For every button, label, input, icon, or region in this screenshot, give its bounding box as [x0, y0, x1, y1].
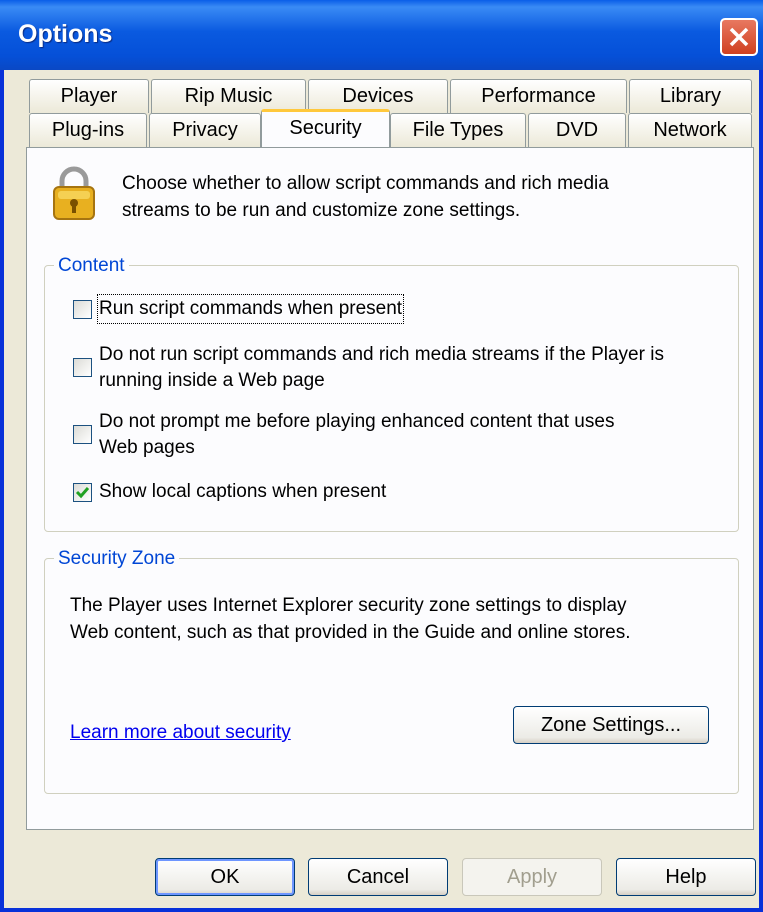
title-bar[interactable]: Options — [0, 0, 763, 70]
no-prompt-label-line-2: Web pages — [99, 437, 195, 458]
security-zone-legend: Security Zone — [54, 548, 180, 570]
zone-settings-button[interactable]: Zone Settings... — [513, 706, 709, 744]
tab-library[interactable]: Library — [629, 79, 752, 113]
tab-devices[interactable]: Devices — [308, 79, 448, 113]
show-local-captions-checkbox[interactable] — [73, 483, 92, 502]
content-group-legend: Content — [54, 255, 129, 277]
no-script-in-web-page-label[interactable]: Do not run script commands and rich medi… — [99, 342, 664, 394]
no-script-label-line-1: Do not run script commands and rich medi… — [99, 344, 664, 365]
security-zone-description: The Player uses Internet Explorer securi… — [70, 592, 720, 646]
ok-button[interactable]: OK — [155, 858, 295, 896]
tab-file-types[interactable]: File Types — [390, 113, 526, 147]
checkmark-icon — [75, 487, 90, 499]
close-button[interactable] — [720, 18, 758, 56]
close-icon — [729, 27, 749, 47]
no-prompt-enhanced-content-label[interactable]: Do not prompt me before playing enhanced… — [99, 409, 614, 461]
tab-rip-music[interactable]: Rip Music — [151, 79, 306, 113]
cancel-button[interactable]: Cancel — [308, 858, 448, 896]
no-script-label-line-2: running inside a Web page — [99, 370, 325, 391]
run-script-commands-label[interactable]: Run script commands when present — [96, 294, 405, 324]
no-prompt-enhanced-content-checkbox[interactable] — [73, 425, 92, 444]
tab-plug-ins[interactable]: Plug-ins — [29, 113, 147, 147]
no-script-in-web-page-checkbox[interactable] — [73, 358, 92, 377]
apply-button[interactable]: Apply — [462, 858, 602, 896]
show-local-captions-label[interactable]: Show local captions when present — [99, 479, 386, 505]
tab-player[interactable]: Player — [29, 79, 149, 113]
learn-more-security-link[interactable]: Learn more about security — [70, 722, 291, 744]
lock-icon — [53, 166, 95, 220]
help-button[interactable]: Help — [616, 858, 756, 896]
tab-security[interactable]: Security — [261, 109, 390, 147]
zone-description-line-2: Web content, such as that provided in th… — [70, 622, 631, 643]
run-script-commands-checkbox[interactable] — [73, 300, 92, 319]
tab-performance[interactable]: Performance — [450, 79, 627, 113]
tab-dvd[interactable]: DVD — [528, 113, 626, 147]
tab-privacy[interactable]: Privacy — [149, 113, 261, 147]
description-line-1: Choose whether to allow script commands … — [122, 173, 609, 194]
security-description: Choose whether to allow script commands … — [122, 170, 682, 224]
zone-description-line-1: The Player uses Internet Explorer securi… — [70, 595, 627, 616]
window-title: Options — [18, 20, 113, 48]
no-prompt-label-line-1: Do not prompt me before playing enhanced… — [99, 411, 615, 432]
tab-network[interactable]: Network — [628, 113, 752, 147]
description-line-2: streams to be run and customize zone set… — [122, 200, 521, 221]
